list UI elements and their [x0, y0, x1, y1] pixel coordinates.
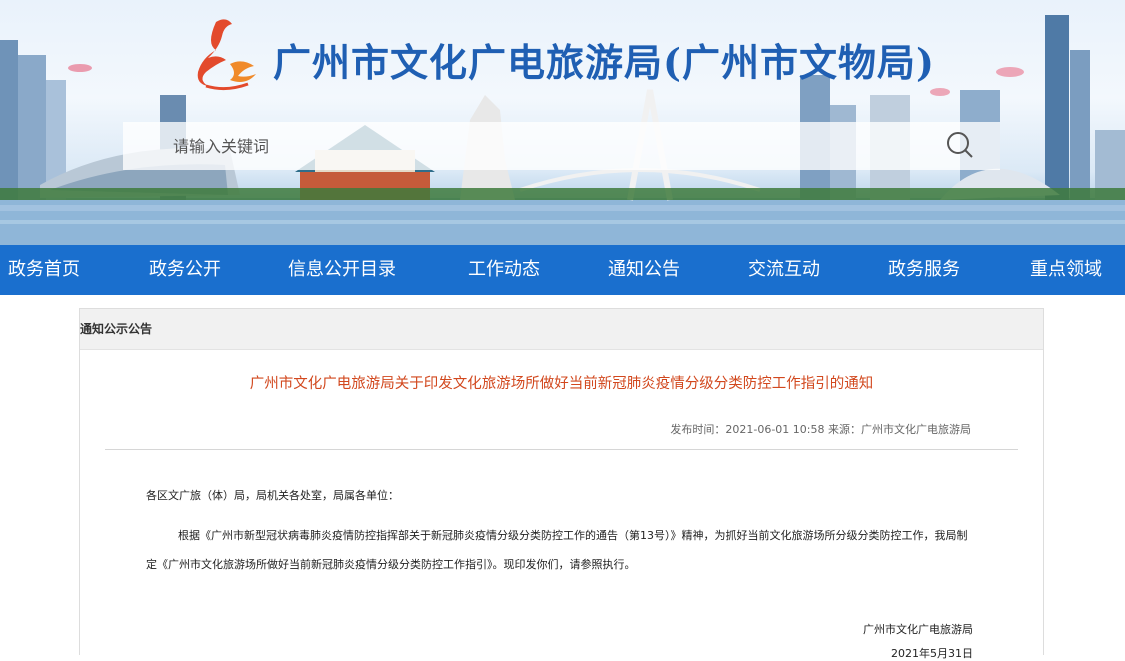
nav-item-gov-services[interactable]: 政务服务	[888, 245, 960, 295]
article-paragraph: 根据《广州市新型冠状病毒肺炎疫情防控指挥部关于新冠肺炎疫情分级分类防控工作的通告…	[146, 529, 968, 571]
search-bar	[123, 122, 1000, 170]
search-input[interactable]	[123, 122, 923, 170]
nav-item-interaction[interactable]: 交流互动	[748, 245, 820, 295]
nav-item-info-catalog[interactable]: 信息公开目录	[288, 245, 396, 295]
article-date: 2021年5月31日	[891, 647, 973, 661]
nav-item-key-areas[interactable]: 重点领域	[1030, 245, 1102, 295]
article-panel: 通知公示公告 广州市文化广电旅游局关于印发文化旅游场所做好当前新冠肺炎疫情分级分…	[79, 308, 1044, 660]
nav-item-work-news[interactable]: 工作动态	[468, 245, 540, 295]
article-body: 各区文广旅（体）局，局机关各处室，局属各单位： 根据《广州市新型冠状病毒肺炎疫情…	[80, 484, 1043, 579]
site-logo[interactable]	[186, 14, 266, 92]
header-banner: 广州市文化广电旅游局(广州市文物局)	[0, 0, 1125, 245]
search-button[interactable]	[942, 130, 978, 162]
article-title: 广州市文化广电旅游局关于印发文化旅游场所做好当前新冠肺炎疫情分级分类防控工作指引…	[249, 376, 874, 392]
nav-item-home[interactable]: 政务首页	[8, 245, 80, 295]
main-nav: 政务首页 政务公开 信息公开目录 工作动态 通知公告 交流互动 政务服务 重点领…	[0, 245, 1125, 295]
nav-item-gov-affairs-public[interactable]: 政务公开	[149, 245, 221, 295]
site-title: 广州市文化广电旅游局(广州市文物局)	[273, 40, 935, 85]
logo-icon	[197, 19, 256, 91]
divider	[105, 449, 1018, 450]
search-icon	[947, 132, 973, 158]
section-heading: 通知公示公告	[80, 309, 1043, 350]
article-signature: 广州市文化广电旅游局	[863, 623, 973, 637]
article-salutation: 各区文广旅（体）局，局机关各处室，局属各单位：	[146, 489, 399, 502]
article-meta: 发布时间：2021-06-01 10:58 来源：广州市文化广电旅游局	[670, 423, 971, 436]
nav-item-notices[interactable]: 通知公告	[608, 245, 680, 295]
